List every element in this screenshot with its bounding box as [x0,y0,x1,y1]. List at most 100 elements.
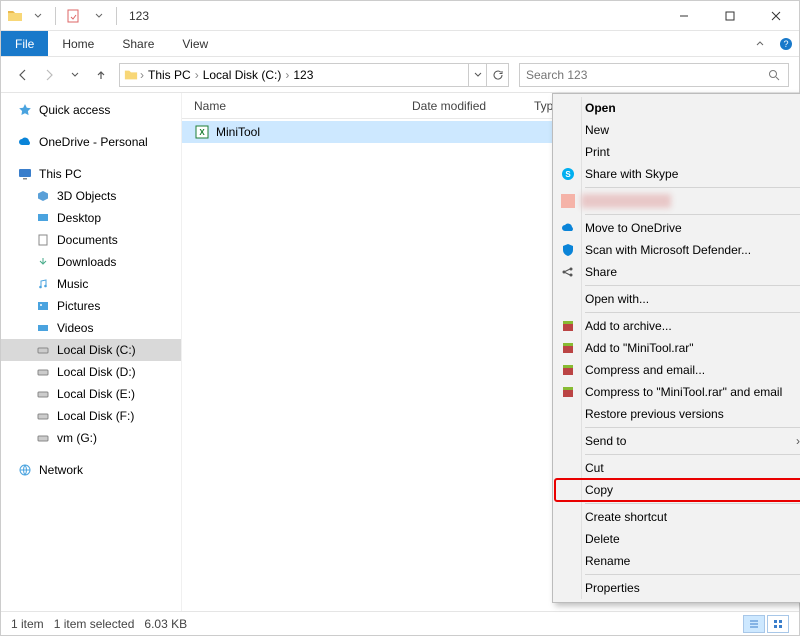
breadcrumb-local-disk-c[interactable]: Local Disk (C:) [199,68,286,82]
skype-icon: S [555,167,581,181]
folder-icon [122,66,140,84]
winrar-icon [555,319,581,333]
drive-icon [35,386,51,402]
drive-icon [35,408,51,424]
close-button[interactable] [753,1,799,31]
nav-label: vm (G:) [57,431,97,445]
tab-share[interactable]: Share [108,31,168,56]
address-bar[interactable]: › This PC › Local Disk (C:) › 123 [119,63,509,87]
qat-dropdown[interactable] [27,5,49,27]
nav-documents[interactable]: Documents [1,229,181,251]
nav-label: This PC [39,167,82,181]
tab-home[interactable]: Home [48,31,108,56]
context-properties[interactable]: Properties [555,577,800,599]
cube-icon [35,188,51,204]
maximize-button[interactable] [707,1,753,31]
context-send-to[interactable]: Send to› [555,430,800,452]
nav-label: Pictures [57,299,100,313]
help-button[interactable]: ? [773,31,799,56]
qat-dropdown-2[interactable] [88,5,110,27]
qat-properties-icon[interactable] [62,5,84,27]
music-icon [35,276,51,292]
nav-label: OneDrive - Personal [39,135,148,149]
search-box[interactable] [519,63,789,87]
nav-3d-objects[interactable]: 3D Objects [1,185,181,207]
nav-local-disk-d[interactable]: Local Disk (D:) [1,361,181,383]
context-print[interactable]: Print [555,141,800,163]
nav-local-disk-f[interactable]: Local Disk (F:) [1,405,181,427]
minimize-button[interactable] [661,1,707,31]
context-restore-previous[interactable]: Restore previous versions [555,403,800,425]
nav-label: Local Disk (D:) [57,365,136,379]
nav-vm-g[interactable]: vm (G:) [1,427,181,449]
context-share-skype[interactable]: SShare with Skype [555,163,800,185]
nav-pictures[interactable]: Pictures [1,295,181,317]
video-icon [35,320,51,336]
excel-icon: X [194,124,210,140]
context-new[interactable]: New [555,119,800,141]
back-button[interactable] [11,63,35,87]
context-open[interactable]: Open [555,97,800,119]
context-add-minitool-rar[interactable]: Add to "MiniTool.rar" [555,337,800,359]
recent-dropdown[interactable] [63,63,87,87]
context-cut[interactable]: Cut [555,457,800,479]
ribbon-collapse-button[interactable] [747,31,773,56]
context-add-archive[interactable]: Add to archive... [555,315,800,337]
tab-file[interactable]: File [1,31,48,56]
up-button[interactable] [89,63,113,87]
svg-text:X: X [199,128,205,137]
context-move-onedrive[interactable]: Move to OneDrive [555,217,800,239]
nav-this-pc[interactable]: This PC [1,163,181,185]
breadcrumb-this-pc[interactable]: This PC [144,68,195,82]
context-redacted-item[interactable]: hidden [555,190,800,212]
file-list-pane: Name Date modified Type Size X MiniTool … [181,93,799,611]
nav-network[interactable]: Network [1,459,181,481]
context-rename[interactable]: Rename [555,550,800,572]
document-icon [35,232,51,248]
context-open-with[interactable]: Open with... [555,288,800,310]
column-header-name[interactable]: Name [194,99,412,113]
nav-local-disk-c[interactable]: Local Disk (C:) [1,339,181,361]
nav-label: Desktop [57,211,101,225]
folder-icon [7,8,23,24]
window-controls [661,1,799,31]
cloud-icon [555,221,581,235]
svg-text:S: S [565,170,571,179]
desktop-icon [35,210,51,226]
address-toolbar: › This PC › Local Disk (C:) › 123 [1,57,799,93]
address-dropdown[interactable] [468,64,486,86]
context-delete[interactable]: Delete [555,528,800,550]
tab-view[interactable]: View [168,31,222,56]
view-details-button[interactable] [743,615,765,633]
context-create-shortcut[interactable]: Create shortcut [555,506,800,528]
network-icon [17,462,33,478]
search-input[interactable] [526,68,766,82]
search-icon[interactable] [766,67,782,83]
context-compress-minitool-email[interactable]: Compress to "MiniTool.rar" and email [555,381,800,403]
column-header-date[interactable]: Date modified [412,99,534,113]
window-title: 123 [129,9,149,23]
nav-downloads[interactable]: Downloads [1,251,181,273]
nav-music[interactable]: Music [1,273,181,295]
drive-icon [35,364,51,380]
nav-label: Downloads [57,255,116,269]
breadcrumb-123[interactable]: 123 [289,68,317,82]
context-scan-defender[interactable]: Scan with Microsoft Defender... [555,239,800,261]
context-compress-email[interactable]: Compress and email... [555,359,800,381]
nav-local-disk-e[interactable]: Local Disk (E:) [1,383,181,405]
nav-quick-access[interactable]: Quick access [1,99,181,121]
context-copy[interactable]: Copy [555,479,800,501]
nav-onedrive[interactable]: OneDrive - Personal [1,131,181,153]
status-bar: 1 item 1 item selected 6.03 KB [1,611,799,635]
refresh-button[interactable] [486,64,508,86]
status-selected: 1 item selected [54,617,135,631]
nav-videos[interactable]: Videos [1,317,181,339]
view-icons-button[interactable] [767,615,789,633]
context-share[interactable]: Share [555,261,800,283]
nav-desktop[interactable]: Desktop [1,207,181,229]
drive-icon [35,342,51,358]
forward-button[interactable] [37,63,61,87]
status-size: 6.03 KB [144,617,187,631]
drive-icon [35,430,51,446]
navigation-pane: Quick access OneDrive - Personal This PC… [1,93,181,611]
